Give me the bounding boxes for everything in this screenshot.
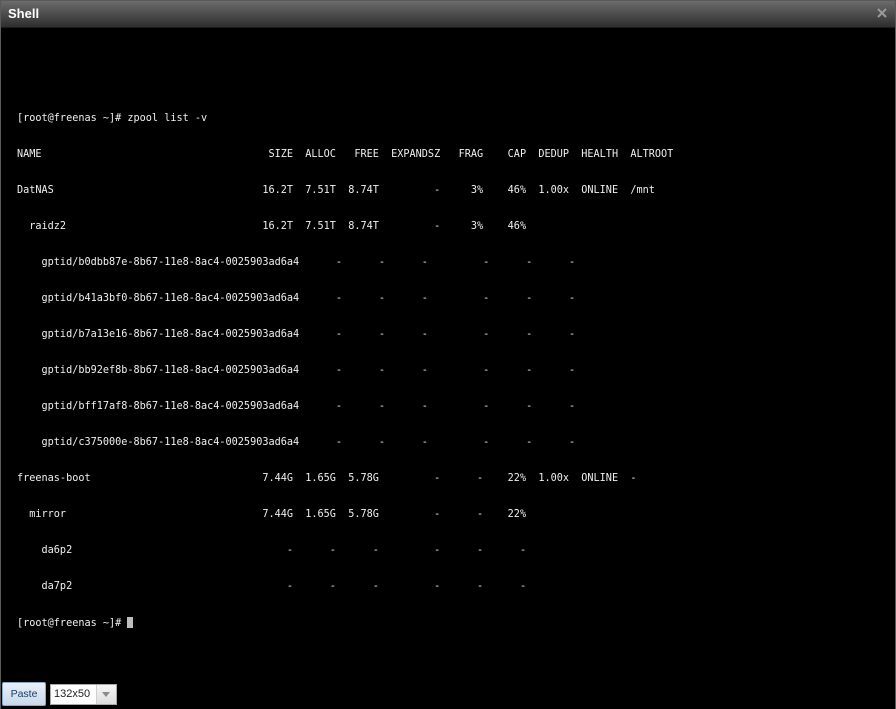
terminal-size-value: 132x50 (54, 688, 91, 700)
terminal-prompt-line: [root@freenas ~]# (17, 617, 887, 629)
terminal-line: freenas-boot 7.44G 1.65G 5.78G - - 22% 1… (17, 473, 637, 484)
terminal-output[interactable]: [root@freenas ~]# zpool list -v NAME SIZ… (17, 53, 887, 663)
terminal-line: gptid/b0dbb87e-8b67-11e8-8ac4-0025903ad6… (17, 257, 576, 268)
terminal-line: raidz2 16.2T 7.51T 8.74T - 3% 46% (17, 221, 527, 232)
terminal-line: da6p2 - - - - - - (17, 545, 527, 556)
shell-window: Shell [root@freenas ~]# zpool list -v NA… (0, 0, 896, 709)
terminal-line: gptid/bff17af8-8b67-11e8-8ac4-0025903ad6… (17, 401, 576, 412)
chevron-down-icon[interactable] (96, 685, 116, 704)
terminal-line: DatNAS 16.2T 7.51T 8.74T - 3% 46% 1.00x … (17, 185, 655, 196)
terminal-line: da7p2 - - - - - - (17, 581, 527, 592)
close-icon[interactable] (875, 6, 889, 20)
title-bar[interactable]: Shell (1, 1, 895, 28)
terminal-line: [root@freenas ~]# zpool list -v (17, 113, 208, 124)
terminal-line: NAME SIZE ALLOC FREE EXPANDSZ FRAG CAP D… (17, 149, 674, 160)
terminal-line: gptid/bb92ef8b-8b67-11e8-8ac4-0025903ad6… (17, 365, 576, 376)
terminal-line: gptid/c375000e-8b67-11e8-8ac4-0025903ad6… (17, 437, 576, 448)
window-title: Shell (8, 6, 40, 21)
terminal-cursor (127, 617, 134, 628)
bottom-bar: Paste 132x50 (1, 679, 895, 709)
terminal-line: gptid/b41a3bf0-8b67-11e8-8ac4-0025903ad6… (17, 293, 576, 304)
terminal-prompt: [root@freenas ~]# (17, 618, 128, 629)
paste-button[interactable]: Paste (2, 682, 46, 706)
terminal-size-select[interactable]: 132x50 (50, 684, 117, 705)
terminal-line: mirror 7.44G 1.65G 5.78G - - 22% (17, 509, 527, 520)
terminal-line: gptid/b7a13e16-8b67-11e8-8ac4-0025903ad6… (17, 329, 576, 340)
